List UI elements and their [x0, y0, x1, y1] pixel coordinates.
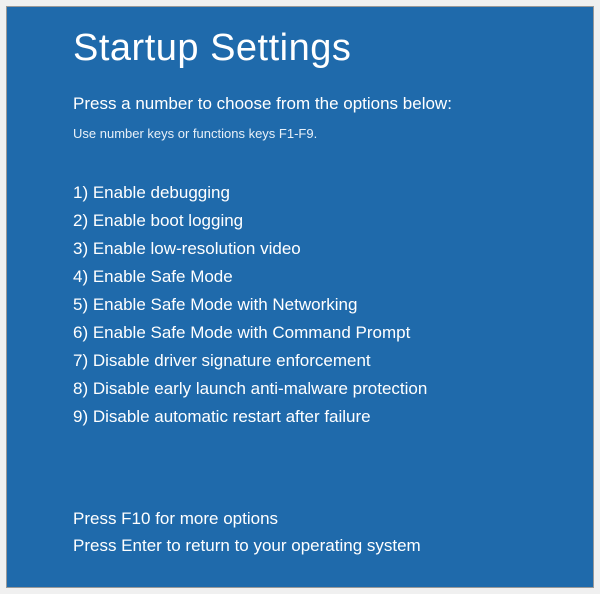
- option-6[interactable]: 6) Enable Safe Mode with Command Prompt: [73, 319, 593, 347]
- instruction-text: Press a number to choose from the option…: [73, 94, 593, 114]
- option-7[interactable]: 7) Disable driver signature enforcement: [73, 347, 593, 375]
- option-1[interactable]: 1) Enable debugging: [73, 179, 593, 207]
- hint-text: Use number keys or functions keys F1-F9.: [73, 126, 593, 141]
- startup-settings-screen: Startup Settings Press a number to choos…: [6, 6, 594, 588]
- option-2[interactable]: 2) Enable boot logging: [73, 207, 593, 235]
- option-8[interactable]: 8) Disable early launch anti-malware pro…: [73, 375, 593, 403]
- option-3[interactable]: 3) Enable low-resolution video: [73, 235, 593, 263]
- option-5[interactable]: 5) Enable Safe Mode with Networking: [73, 291, 593, 319]
- page-title: Startup Settings: [73, 27, 593, 70]
- return-hint: Press Enter to return to your operating …: [73, 533, 421, 559]
- option-9[interactable]: 9) Disable automatic restart after failu…: [73, 403, 593, 431]
- option-4[interactable]: 4) Enable Safe Mode: [73, 263, 593, 291]
- more-options-hint: Press F10 for more options: [73, 506, 421, 532]
- footer: Press F10 for more options Press Enter t…: [73, 506, 421, 559]
- options-list: 1) Enable debugging 2) Enable boot loggi…: [73, 179, 593, 431]
